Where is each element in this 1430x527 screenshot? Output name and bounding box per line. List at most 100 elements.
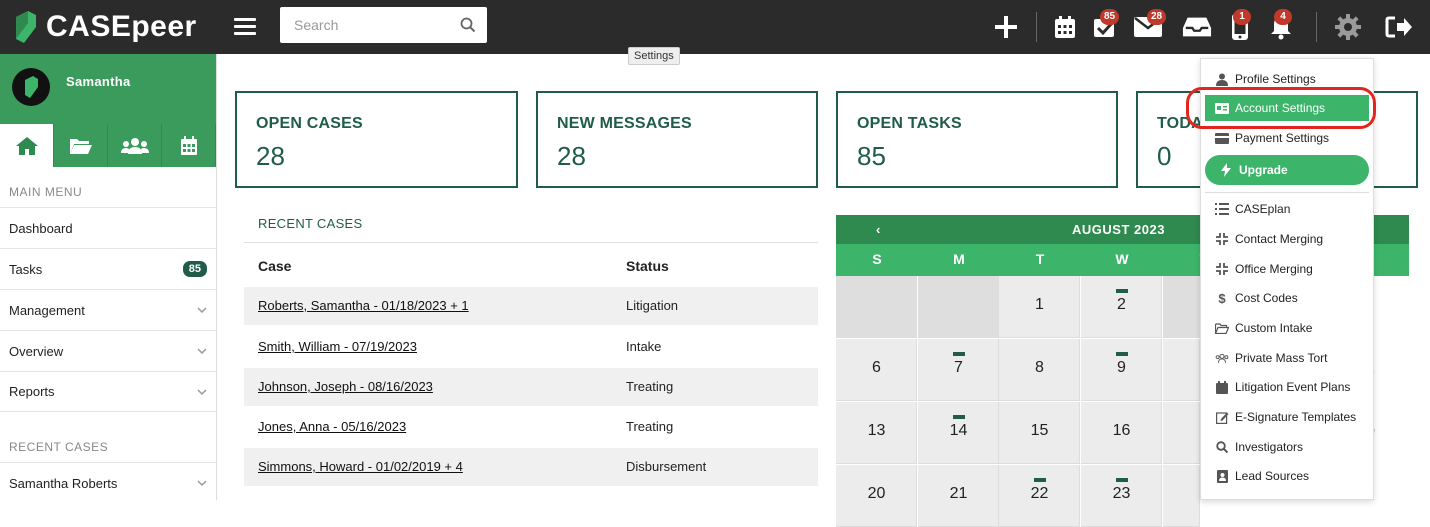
calendar-day[interactable]: 2 — [1081, 276, 1162, 338]
top-bar: CASEpeer 85 28 1 4 — [0, 0, 1430, 54]
divider — [1205, 192, 1369, 193]
search-icon[interactable] — [460, 17, 476, 33]
case-link[interactable]: Jones, Anna - 05/16/2023 — [258, 419, 406, 434]
calendar-day-empty — [1163, 465, 1200, 527]
calendar-day[interactable]: 13 — [836, 402, 917, 464]
case-link[interactable]: Johnson, Joseph - 08/16/2023 — [258, 379, 433, 394]
upgrade-button[interactable]: Upgrade — [1205, 155, 1369, 185]
stat-value: 0 — [1157, 141, 1172, 171]
user-name: Samantha — [66, 74, 131, 89]
case-link[interactable]: Roberts, Samantha - 01/18/2023 + 1 — [258, 298, 469, 313]
sidebar: Samantha MAIN MENU Dashboard Tasks 85 Ma… — [0, 54, 217, 500]
sidebar-item-dashboard[interactable]: Dashboard — [0, 207, 216, 248]
calendar-day[interactable]: 16 — [1081, 402, 1162, 464]
search-input[interactable] — [280, 7, 455, 43]
menu-item-lead-sources[interactable]: Lead Sources — [1201, 463, 1373, 489]
tab-home[interactable] — [0, 124, 54, 167]
event-marker — [953, 415, 965, 419]
tasks-check-icon[interactable]: 85 — [1090, 9, 1120, 42]
gear-icon[interactable] — [1333, 12, 1363, 42]
calendar-day[interactable]: 23 — [1081, 465, 1162, 527]
sidebar-item-management[interactable]: Management — [0, 289, 216, 330]
case-status: Litigation — [626, 298, 679, 313]
column-header-status: Status — [626, 258, 669, 274]
chevron-down-icon — [197, 388, 207, 395]
menu-item-private-mass-tort[interactable]: Private Mass Tort — [1201, 345, 1373, 371]
tab-cases[interactable] — [54, 124, 108, 167]
menu-item-label: Payment Settings — [1235, 131, 1330, 145]
calendar-day[interactable]: 7 — [918, 339, 999, 401]
calendar-day[interactable]: 21 — [918, 465, 999, 527]
case-status: Treating — [626, 419, 674, 434]
plus-icon[interactable] — [991, 12, 1021, 42]
case-status: Intake — [626, 339, 662, 354]
menu-item-label: Private Mass Tort — [1235, 351, 1328, 365]
case-status: Disbursement — [626, 459, 707, 474]
compress-icon — [1215, 232, 1229, 246]
stat-card-open-tasks[interactable]: OPEN TASKS 85 — [836, 91, 1118, 188]
calendar-day[interactable]: 9 — [1081, 339, 1162, 401]
menu-item-litigation-event-plans[interactable]: Litigation Event Plans — [1201, 374, 1373, 400]
menu-item-contact-merging[interactable]: Contact Merging — [1201, 226, 1373, 252]
calendar-day-number: 13 — [867, 422, 886, 439]
mail-icon[interactable]: 28 — [1133, 9, 1167, 42]
calendar-day-number: 1 — [1035, 296, 1044, 313]
avatar[interactable] — [12, 68, 50, 106]
sidebar-item-reports[interactable]: Reports — [0, 371, 216, 412]
calendar-day[interactable]: 15 — [999, 402, 1080, 464]
user-icon — [1215, 72, 1229, 86]
menu-item-investigators[interactable]: Investigators — [1201, 434, 1373, 460]
sidebar-recent-case[interactable]: Samantha Roberts — [0, 462, 216, 503]
sidebar-item-label: Reports — [9, 384, 55, 399]
tab-calendar[interactable] — [162, 124, 216, 167]
list-icon — [1215, 202, 1229, 216]
logout-icon[interactable] — [1384, 12, 1414, 42]
recent-cases-label: RECENT CASES — [9, 440, 109, 454]
mobile-icon[interactable]: 1 — [1225, 9, 1255, 42]
main-menu-label: MAIN MENU — [9, 185, 83, 199]
users-icon — [1215, 351, 1229, 365]
calendar-day[interactable]: 22 — [999, 465, 1080, 527]
home-icon — [15, 136, 38, 155]
stat-value: 85 — [857, 141, 886, 171]
users-icon — [120, 137, 149, 154]
stat-card-new-messages[interactable]: NEW MESSAGES 28 — [536, 91, 818, 188]
menu-item-cost-codes[interactable]: $ Cost Codes — [1201, 285, 1373, 311]
calendar-prev-button[interactable]: ‹ — [876, 222, 880, 237]
mail-badge: 28 — [1147, 9, 1167, 25]
sidebar-item-tasks[interactable]: Tasks 85 — [0, 248, 216, 289]
calendar-day-number: 16 — [1112, 422, 1131, 439]
stat-card-open-cases[interactable]: OPEN CASES 28 — [235, 91, 518, 188]
inbox-icon[interactable] — [1182, 12, 1212, 42]
menu-item-office-merging[interactable]: Office Merging — [1201, 256, 1373, 282]
calendar-day[interactable]: 8 — [999, 339, 1080, 401]
calendar-day[interactable]: 6 — [836, 339, 917, 401]
user-block: Samantha — [0, 54, 216, 124]
calendar-day-empty — [918, 276, 999, 338]
bell-icon[interactable]: 4 — [1266, 9, 1296, 42]
menu-item-custom-intake[interactable]: Custom Intake — [1201, 315, 1373, 341]
sidebar-item-label: Overview — [9, 343, 64, 359]
sidebar-tabs — [0, 124, 216, 167]
calendar-day[interactable]: 14 — [918, 402, 999, 464]
table-row: Johnson, Joseph - 08/16/2023 Treating — [244, 368, 818, 406]
sidebar-item-label: Samantha Roberts — [9, 475, 118, 491]
logo[interactable]: CASEpeer — [12, 5, 197, 49]
calendar-day-empty — [1163, 402, 1200, 464]
menu-item-caseplan[interactable]: CASEplan — [1201, 196, 1373, 222]
calendar-day[interactable]: 20 — [836, 465, 917, 527]
calendar-icon[interactable] — [1050, 12, 1080, 42]
calendar-day-number: 2 — [1117, 296, 1126, 313]
case-link[interactable]: Smith, William - 07/19/2023 — [258, 339, 417, 354]
case-link[interactable]: Simmons, Howard - 01/02/2019 + 4 — [258, 459, 463, 474]
stat-title: NEW MESSAGES — [557, 115, 692, 132]
tab-contacts[interactable] — [108, 124, 162, 167]
sidebar-item-overview[interactable]: Overview — [0, 330, 216, 371]
calendar-day[interactable]: 1 — [999, 276, 1080, 338]
hamburger-menu-icon[interactable] — [234, 15, 256, 39]
menu-item-e-signature-templates[interactable]: E-Signature Templates — [1201, 404, 1373, 430]
recent-cases-title: RECENT CASES — [258, 216, 363, 231]
logo-text: CASEpeer — [46, 10, 197, 43]
event-marker — [1116, 352, 1128, 356]
menu-item-label: Profile Settings — [1235, 72, 1316, 86]
